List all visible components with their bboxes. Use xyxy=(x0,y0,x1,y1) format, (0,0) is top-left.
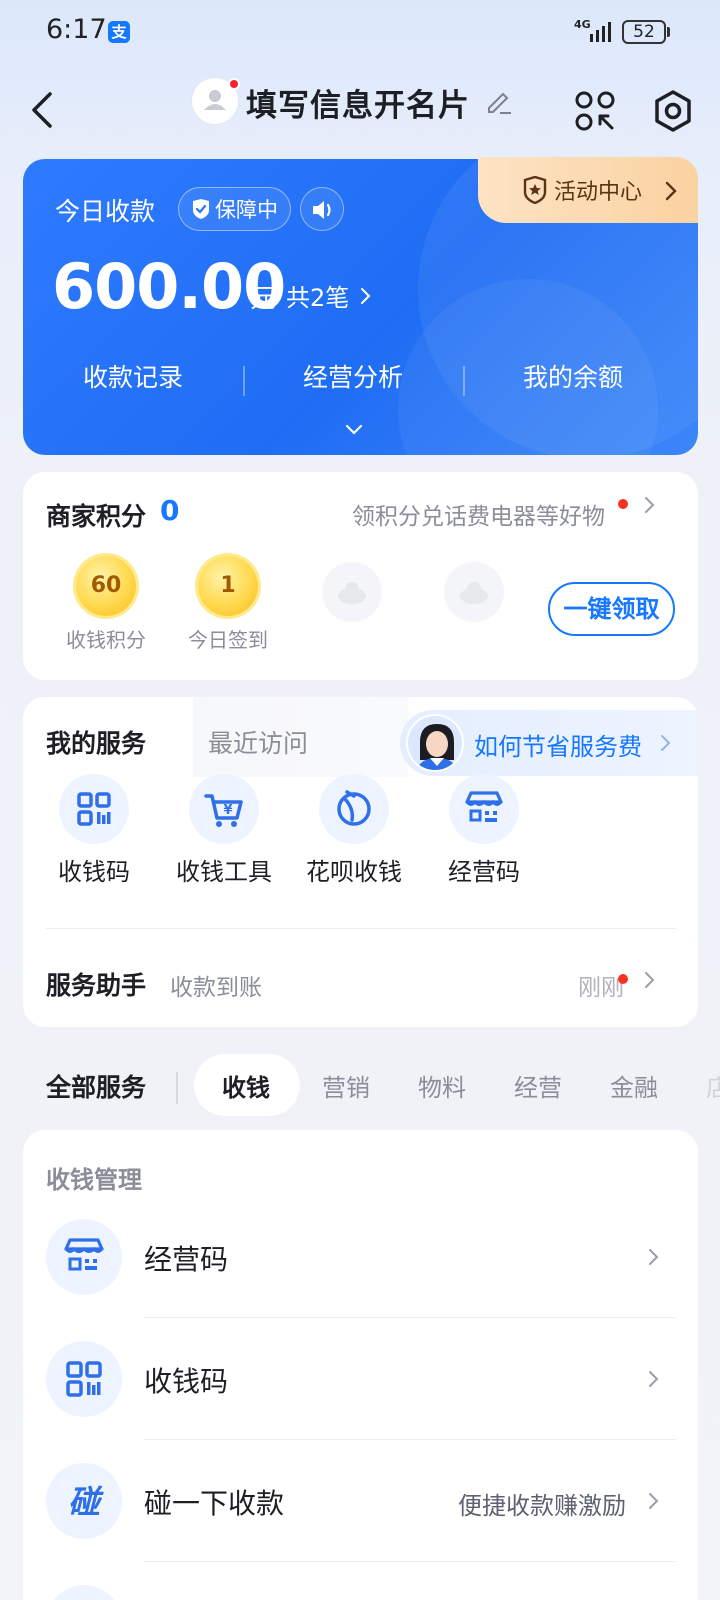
points-title: 商家积分 xyxy=(46,502,147,531)
chevron-left-icon xyxy=(32,92,52,128)
service-label: 花呗收钱 xyxy=(306,858,402,886)
revenue-records-link[interactable]: 收款记录 xyxy=(23,358,243,394)
locked-coin-icon xyxy=(322,562,382,622)
chevron-right-icon[interactable] xyxy=(648,1369,660,1389)
battery-icon xyxy=(667,27,670,37)
shield-star-icon xyxy=(522,175,548,205)
tab-my-services[interactable]: 我的服务 xyxy=(46,724,146,760)
service-assistant-title[interactable]: 服务助手 xyxy=(46,966,146,1002)
battery-level: 52 xyxy=(622,20,666,44)
chevron-down-icon[interactable] xyxy=(344,422,364,436)
chevron-right-icon xyxy=(664,180,678,202)
service-label: 经营码 xyxy=(448,858,520,886)
tab-finance[interactable]: 金融 xyxy=(610,1068,658,1103)
business-analysis-link[interactable]: 经营分析 xyxy=(243,358,463,394)
save-fee-promo-label: 如何节省服务费 xyxy=(474,733,642,761)
cart-icon[interactable]: ¥ xyxy=(189,774,259,844)
tap-to-pay-icon: 碰 xyxy=(46,1463,122,1539)
divider xyxy=(144,1439,676,1440)
qr-code-icon xyxy=(46,1341,122,1417)
chevron-right-icon[interactable] xyxy=(648,1247,660,1267)
today-revenue-label: 今日收款 xyxy=(55,197,156,226)
service-label: 收钱工具 xyxy=(176,858,272,886)
row-label[interactable]: 碰一下收款 xyxy=(144,1482,284,1522)
shield-check-icon xyxy=(193,199,209,219)
avatar[interactable] xyxy=(192,78,240,124)
coin-label: 收钱积分 xyxy=(66,628,146,652)
tab-marketing[interactable]: 营销 xyxy=(322,1068,370,1103)
notification-dot xyxy=(618,974,628,984)
divider xyxy=(144,1561,676,1562)
all-services-label[interactable]: 全部服务 xyxy=(46,1068,146,1104)
back-button[interactable] xyxy=(24,88,68,132)
tab-collect[interactable]: 收钱 xyxy=(222,1068,270,1103)
storefront-qr-icon[interactable] xyxy=(449,774,519,844)
points-promo-link[interactable]: 领积分兑话费电器等好物 xyxy=(352,497,605,531)
tab-recent-visits[interactable]: 最近访问 xyxy=(208,724,308,760)
network-type: 4G xyxy=(574,18,591,31)
coin-label: 今日签到 xyxy=(188,628,268,652)
row-label[interactable]: 经营码 xyxy=(144,1238,228,1278)
collect-management-card xyxy=(23,1130,698,1600)
chevron-right-icon xyxy=(644,495,656,515)
tap-icon-glyph: 碰 xyxy=(68,1483,104,1521)
edit-icon[interactable] xyxy=(484,86,514,116)
divider xyxy=(144,1317,676,1318)
chevron-right-icon[interactable] xyxy=(648,1491,660,1511)
activity-center-label: 活动中心 xyxy=(554,180,643,205)
notification-dot xyxy=(618,499,628,509)
locked-coin-icon xyxy=(444,562,504,622)
huabei-icon[interactable] xyxy=(319,774,389,844)
assistant-avatar xyxy=(406,714,464,772)
chevron-right-icon xyxy=(644,970,656,990)
service-assistant-message[interactable]: 收款到账 xyxy=(170,968,262,1002)
divider xyxy=(46,928,676,929)
avatar-notification-dot xyxy=(228,78,240,90)
my-balance-link[interactable]: 我的余额 xyxy=(463,358,683,394)
storefront-qr-icon xyxy=(46,1219,122,1295)
section-title: 收钱管理 xyxy=(46,1166,142,1194)
settings-icon[interactable] xyxy=(650,88,696,134)
qr-code-icon[interactable] xyxy=(59,774,129,844)
status-time: 6:17 xyxy=(46,14,107,45)
transaction-count[interactable]: 共2笔 xyxy=(286,278,349,313)
tab-materials[interactable]: 物料 xyxy=(418,1068,466,1103)
protection-badge[interactable]: 保障中 xyxy=(178,187,291,231)
scan-icon[interactable] xyxy=(574,90,616,132)
checkin-coin[interactable]: 1 xyxy=(198,556,258,616)
chevron-right-icon xyxy=(660,733,672,753)
speaker-icon xyxy=(313,201,331,219)
points-coin[interactable]: 60 xyxy=(76,556,136,616)
row-subtitle: 便捷收款赚激励 xyxy=(458,1492,626,1520)
currency-unit: 元 xyxy=(250,284,277,314)
protection-label: 保障中 xyxy=(215,198,278,222)
service-label: 收钱码 xyxy=(58,858,130,886)
tab-store[interactable]: 店 xyxy=(706,1068,720,1103)
claim-all-button[interactable]: 一键领取 xyxy=(548,582,675,636)
alipay-notification-icon: 支 xyxy=(108,21,130,43)
service-assistant-time: 刚刚 xyxy=(578,975,624,1001)
voice-broadcast-button[interactable] xyxy=(300,187,344,231)
svg-text:¥: ¥ xyxy=(223,803,232,818)
divider xyxy=(176,1072,178,1104)
page-title[interactable]: 填写信息开名片 xyxy=(246,80,470,125)
tab-operations[interactable]: 经营 xyxy=(514,1068,562,1103)
chevron-right-icon xyxy=(360,286,372,306)
points-value: 0 xyxy=(160,494,180,527)
row-label[interactable]: 收钱码 xyxy=(144,1360,228,1400)
signal-icon xyxy=(590,20,611,42)
